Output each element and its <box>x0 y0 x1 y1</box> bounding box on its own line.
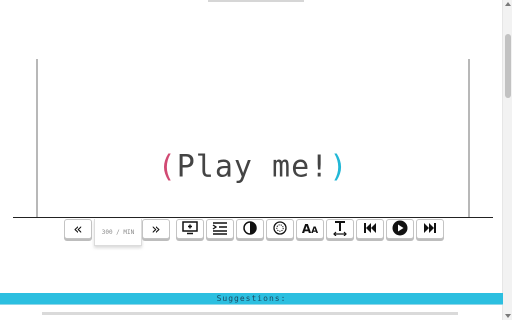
font-size-button[interactable]: AA <box>296 219 324 239</box>
stage-left-border <box>36 59 38 218</box>
stage-baseline <box>13 217 493 218</box>
stage-right-border <box>468 59 470 218</box>
word-display[interactable]: (Play me!) <box>36 150 470 185</box>
focus-button[interactable] <box>266 219 294 239</box>
suggestions-bar[interactable]: Suggestions: <box>0 293 503 304</box>
suggestions-divider <box>0 304 503 305</box>
horizontal-scrollbar[interactable] <box>42 312 458 315</box>
list-format-icon <box>212 221 228 237</box>
double-chevron-right-icon: » <box>151 219 161 238</box>
font-size-icon: AA <box>302 223 318 236</box>
monitor-add-icon <box>182 221 198 237</box>
target-icon <box>273 221 287 237</box>
suggestions-label: Suggestions: <box>216 294 287 303</box>
play-circle-icon <box>392 220 408 238</box>
contrast-icon <box>243 221 257 237</box>
scroll-thumb[interactable] <box>505 34 511 98</box>
vertical-scrollbar[interactable] <box>502 0 512 320</box>
faster-button[interactable]: » <box>142 219 170 239</box>
scroll-down-arrow-icon[interactable] <box>505 314 511 318</box>
reader-stage: (Play me!) <box>36 59 470 218</box>
speed-indicator[interactable]: 300 / MIN <box>94 219 142 246</box>
open-paren: ( <box>157 149 177 185</box>
font-size-small-letter: A <box>311 225 319 236</box>
scroll-up-arrow-icon[interactable] <box>505 2 511 6</box>
speed-value: 300 / MIN <box>101 228 135 236</box>
contrast-button[interactable] <box>236 219 264 239</box>
skip-next-icon <box>423 222 437 236</box>
font-size-big-letter: A <box>301 221 312 236</box>
display-text: Play me! <box>176 149 330 185</box>
top-tab <box>208 0 304 2</box>
double-chevron-left-icon: « <box>73 219 83 238</box>
play-button[interactable] <box>386 219 414 239</box>
close-paren: ) <box>329 149 349 185</box>
next-button[interactable] <box>416 219 444 239</box>
list-format-button[interactable] <box>206 219 234 239</box>
add-text-button[interactable] <box>176 219 204 239</box>
text-width-button[interactable] <box>326 219 354 239</box>
skip-previous-icon <box>363 222 377 236</box>
text-width-icon <box>332 220 348 238</box>
previous-button[interactable] <box>356 219 384 239</box>
slower-button[interactable]: « <box>64 219 92 239</box>
